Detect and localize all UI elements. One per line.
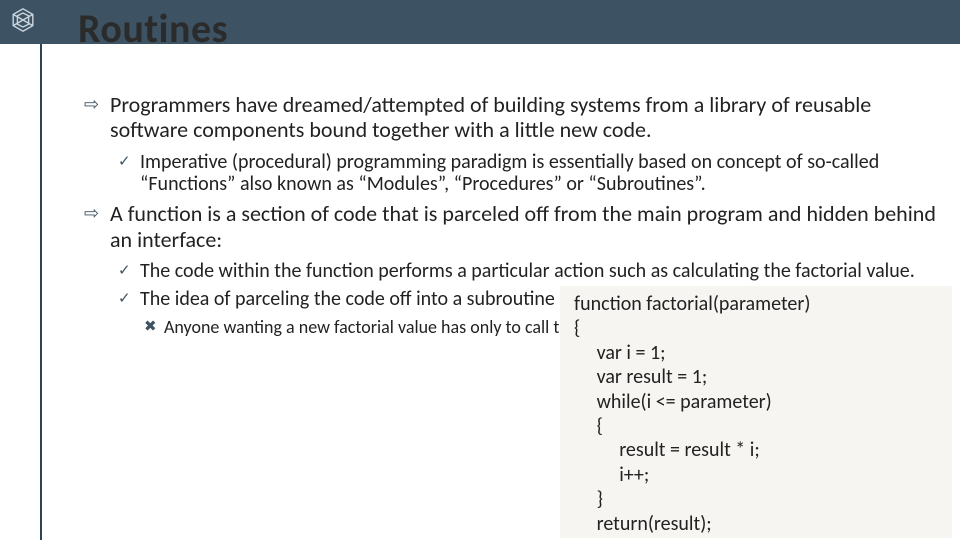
check-icon: ✓ [118,291,131,308]
arrow-icon: ⇨ [84,203,99,224]
code-snippet: function factorial(parameter) { var i = … [560,286,952,538]
check-icon: ✓ [118,154,131,171]
bullet-text: Imperative (procedural) programming para… [140,150,879,196]
bullet-l1: ⇨ A function is a section of code that i… [84,201,948,252]
left-rule [40,44,42,540]
bullet-l1: ⇨ Programmers have dreamed/attempted of … [84,92,948,143]
bullet-text: The code within the function performs a … [140,259,915,283]
bullet-l2: ✓ The code within the function performs … [118,260,948,282]
bullet-text: Programmers have dreamed/attempted of bu… [110,91,871,143]
arrow-icon: ⇨ [84,94,99,115]
check-icon: ✓ [118,263,131,280]
slide-title: Routines [78,4,228,53]
logo-icon [8,5,38,35]
slide: Routines ⇨ Programmers have dreamed/atte… [0,0,960,540]
bullet-text: A function is a section of code that is … [110,200,936,252]
cross-icon: ✖ [144,319,157,336]
bullet-l2: ✓ Imperative (procedural) programming pa… [118,151,948,196]
